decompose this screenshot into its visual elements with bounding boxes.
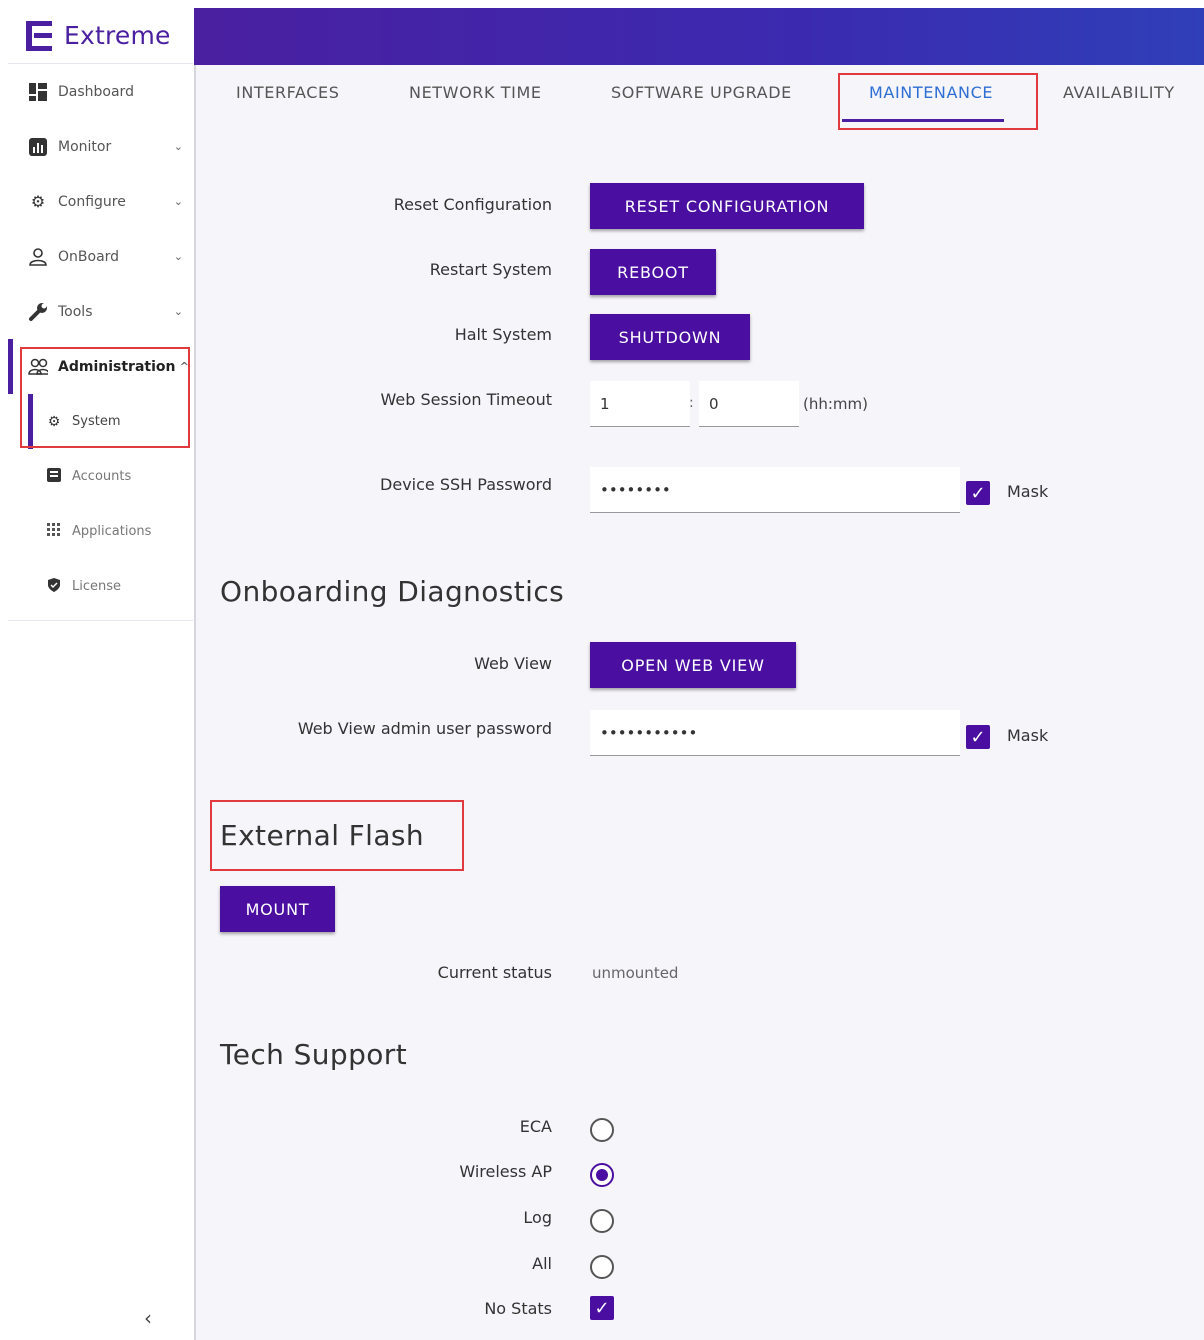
log-label: Log [523, 1208, 552, 1227]
sidebar-item-dashboard[interactable]: Dashboard [8, 64, 193, 119]
dashboard-icon [28, 82, 48, 102]
sidebar-subitem-label: System [72, 414, 121, 429]
active-indicator [28, 394, 33, 449]
wireless-ap-radio[interactable] [590, 1163, 614, 1187]
timeout-separator: : [689, 395, 694, 411]
sidebar-item-configure[interactable]: ⚙ Configure ⌄ [8, 174, 193, 229]
restart-system-label: Restart System [429, 260, 552, 279]
id-card-icon [46, 467, 62, 486]
chevron-up-icon: ^ [179, 360, 189, 373]
eca-label: ECA [519, 1117, 552, 1136]
sidebar: Extreme Dashboard Monitor ⌄ ⚙ Configure … [8, 8, 193, 1340]
tab-software-upgrade[interactable]: SOFTWARE UPGRADE [611, 83, 792, 102]
chevron-down-icon: ⌄ [173, 305, 183, 318]
gear-icon: ⚙ [30, 192, 46, 211]
sidebar-subitem-license[interactable]: License [8, 559, 193, 614]
onboarding-diagnostics-title: Onboarding Diagnostics [220, 575, 565, 608]
eca-radio[interactable] [590, 1118, 614, 1142]
active-tab-underline [842, 119, 1004, 122]
gear-icon: ⚙ [47, 413, 61, 430]
logo: Extreme [8, 8, 193, 64]
sidebar-item-label: Dashboard [58, 83, 134, 100]
tab-network-time[interactable]: NETWORK TIME [409, 83, 542, 102]
ssh-mask-checkbox[interactable]: ✓ [966, 481, 990, 505]
timeout-hours-input[interactable]: 1 [590, 381, 690, 427]
chevron-down-icon: ⌄ [173, 250, 183, 263]
monitor-icon [28, 137, 48, 157]
sidebar-item-label: Monitor [58, 138, 112, 155]
chevron-down-icon: ⌄ [173, 140, 183, 153]
log-radio[interactable] [590, 1209, 614, 1233]
collapse-sidebar-icon[interactable]: ‹ [144, 1306, 152, 1330]
main-content: INTERFACES NETWORK TIME SOFTWARE UPGRADE… [194, 65, 1204, 1340]
sidebar-subitem-label: Accounts [72, 469, 132, 484]
user-icon [28, 247, 48, 267]
reset-configuration-label: Reset Configuration [393, 195, 552, 214]
ssh-password-input[interactable]: •••••••• [590, 467, 960, 513]
tab-interfaces[interactable]: INTERFACES [236, 83, 340, 102]
sidebar-item-onboard[interactable]: OnBoard ⌄ [8, 229, 193, 284]
sidebar-item-tools[interactable]: Tools ⌄ [8, 284, 193, 339]
external-flash-title: External Flash [220, 819, 425, 852]
no-stats-label: No Stats [484, 1299, 552, 1318]
tech-support-title: Tech Support [220, 1038, 408, 1071]
timeout-unit: (hh:mm) [803, 395, 868, 413]
admin-mask-label: Mask [1007, 726, 1049, 745]
active-indicator [8, 339, 13, 394]
device-ssh-password-label: Device SSH Password [380, 475, 552, 494]
open-web-view-button[interactable]: OPEN WEB VIEW [590, 642, 796, 688]
chevron-down-icon: ⌄ [173, 195, 183, 208]
sidebar-item-label: OnBoard [58, 248, 120, 265]
reboot-button[interactable]: REBOOT [590, 249, 716, 295]
check-icon: ✓ [594, 1297, 610, 1319]
extreme-logo-icon [26, 20, 56, 51]
all-radio[interactable] [590, 1255, 614, 1279]
current-status-label: Current status [437, 963, 552, 982]
sidebar-subitem-accounts[interactable]: Accounts [8, 449, 193, 504]
halt-system-label: Halt System [454, 325, 552, 344]
check-icon: ✓ [970, 726, 986, 748]
sidebar-subitem-applications[interactable]: Applications [8, 504, 193, 559]
sidebar-item-label: Tools [58, 303, 93, 320]
wireless-ap-label: Wireless AP [459, 1162, 552, 1181]
sidebar-subitem-label: License [72, 579, 122, 594]
current-status-value: unmounted [592, 964, 679, 982]
timeout-minutes-input[interactable]: 0 [699, 381, 799, 427]
grid-icon [46, 522, 62, 541]
sidebar-item-label: Administration [58, 358, 176, 375]
all-label: All [532, 1254, 552, 1273]
web-view-admin-password-label: Web View admin user password [297, 719, 552, 738]
web-view-admin-password-input[interactable]: ••••••••••• [590, 710, 960, 756]
web-session-timeout-label: Web Session Timeout [380, 390, 552, 409]
shield-icon [46, 577, 62, 596]
sidebar-item-label: Configure [58, 193, 126, 210]
mount-button[interactable]: MOUNT [220, 886, 335, 932]
sidebar-divider [8, 620, 193, 621]
sidebar-item-monitor[interactable]: Monitor ⌄ [8, 119, 193, 174]
admin-mask-checkbox[interactable]: ✓ [966, 725, 990, 749]
sidebar-item-administration[interactable]: Administration ^ [8, 339, 193, 394]
web-view-label: Web View [474, 654, 552, 673]
check-icon: ✓ [970, 482, 986, 504]
reset-configuration-button[interactable]: RESET CONFIGURATION [590, 183, 864, 229]
tab-bar: INTERFACES NETWORK TIME SOFTWARE UPGRADE… [196, 65, 1204, 130]
tab-maintenance[interactable]: MAINTENANCE [869, 83, 993, 102]
no-stats-checkbox[interactable]: ✓ [590, 1296, 614, 1320]
sidebar-subitem-label: Applications [72, 524, 152, 539]
header-band [194, 8, 1204, 65]
sidebar-subitem-system[interactable]: ⚙ System [8, 394, 193, 449]
tab-availability[interactable]: AVAILABILITY [1063, 83, 1175, 102]
users-icon [28, 357, 48, 377]
shutdown-button[interactable]: SHUTDOWN [590, 314, 750, 360]
logo-text: Extreme [64, 21, 171, 50]
wrench-icon [28, 302, 48, 322]
sidebar-nav: Dashboard Monitor ⌄ ⚙ Configure ⌄ OnBoar… [8, 64, 193, 614]
ssh-mask-label: Mask [1007, 482, 1049, 501]
